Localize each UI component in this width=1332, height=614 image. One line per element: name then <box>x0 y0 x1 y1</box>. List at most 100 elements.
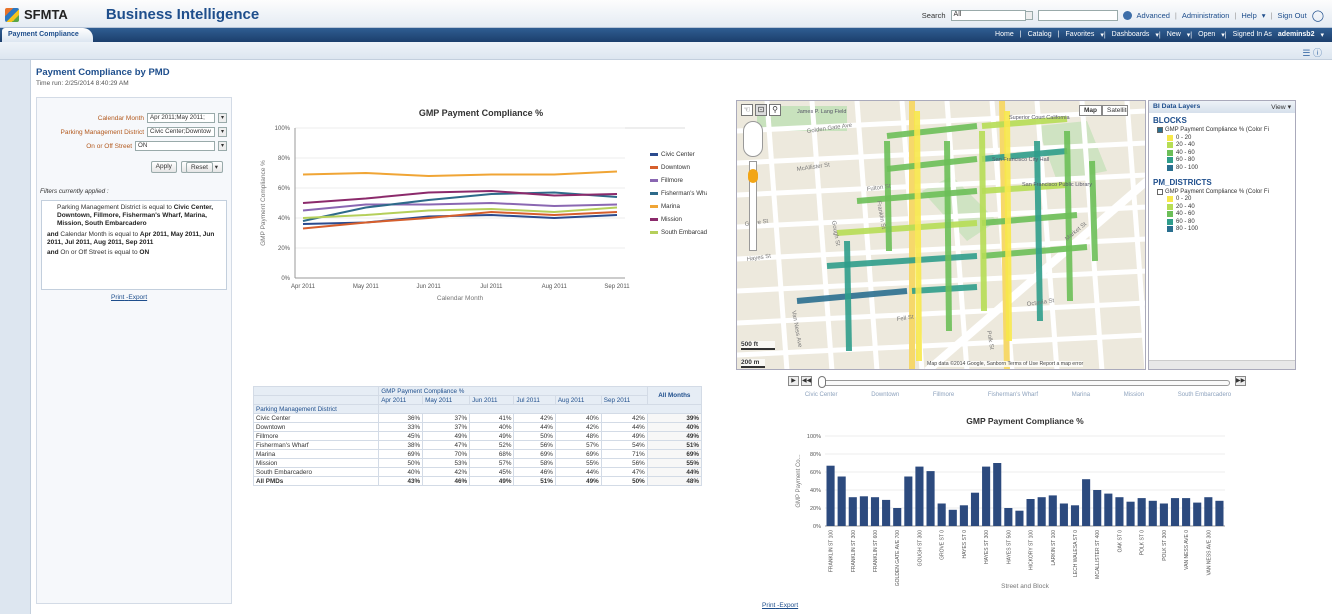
bar <box>904 476 913 526</box>
table-row-label: Civic Center <box>252 413 380 423</box>
slider-handle[interactable] <box>818 376 826 388</box>
pan-control[interactable] <box>743 121 763 157</box>
layers-blocks-item[interactable]: GMP Payment Compliance % (Color Fi <box>1157 126 1295 134</box>
table-row: Mission 50% 53% 57% 58% 55% 56% 55% <box>252 458 703 468</box>
table-body: Civic Center 36% 37% 41% 42% 40% 42% 39% Downtow… <box>252 413 703 486</box>
layer-checkbox[interactable] <box>1157 188 1163 195</box>
reset-label: Reset <box>185 162 213 173</box>
link-sign-out[interactable]: Sign Out <box>1278 11 1307 20</box>
filter1-text: Parking Management District is equal to <box>57 204 174 211</box>
table-cell: 45% <box>469 467 515 477</box>
table-cell: 57% <box>469 458 515 468</box>
x-tick-label: GOUGH ST 300 <box>917 530 923 567</box>
bar <box>1082 479 1091 526</box>
slider-track[interactable] <box>818 380 1230 386</box>
table-row-label: Fisherman's Wharf <box>252 440 380 450</box>
nav-favorites[interactable]: Favorites <box>1066 31 1095 39</box>
tab-payment-compliance[interactable]: Payment Compliance <box>2 28 93 42</box>
layers-view-menu[interactable]: View ▾ <box>1271 103 1291 111</box>
series-line <box>302 210 618 230</box>
table-cell: 53% <box>422 458 471 468</box>
map-canvas[interactable]: Golden Gate AveMcAllister StFulton StGro… <box>737 101 1146 370</box>
nav-catalog[interactable]: Catalog <box>1028 31 1052 39</box>
chevron-down-icon[interactable]: ▾ <box>218 113 227 123</box>
chevron-down-icon[interactable] <box>1024 11 1033 20</box>
legend-label: Mission <box>661 216 683 223</box>
chart-title: GMP Payment Compliance % <box>966 416 1084 426</box>
table-row: All PMDs 43% 46% 49% 51% 49% 50% 48% <box>252 476 703 486</box>
search-go-icon[interactable] <box>1122 11 1132 20</box>
y-tick-label: 60% <box>810 470 821 476</box>
satellite-button[interactable]: Satellite <box>1102 105 1128 116</box>
chevron-down-icon[interactable]: ▾ <box>218 127 227 137</box>
legend-swatch <box>1167 134 1173 141</box>
reset-button[interactable]: Reset ▾ <box>180 161 223 173</box>
chevron-down-icon[interactable]: ▾ <box>218 141 227 151</box>
layers-section-districts: PM_DISTRICTS <box>1153 177 1212 187</box>
street-label: On or Off Street <box>86 142 132 150</box>
filter2-text: Calendar Month is equal to <box>60 230 140 238</box>
zoom-box-icon[interactable]: ⊡ <box>755 104 767 116</box>
link-help[interactable]: Help <box>1241 11 1256 20</box>
y-tick-label: 40% <box>810 488 821 494</box>
layers-scrollbar[interactable] <box>1149 360 1295 369</box>
step-back-icon[interactable]: ◀◀ <box>801 376 812 386</box>
slider-label: Downtown <box>871 392 900 398</box>
compliance-block <box>944 140 952 332</box>
bar-chart: GMP Payment Compliance % 0% 20% 40% 60% 80% 10… <box>796 416 1225 590</box>
layers-districts-item[interactable]: GMP Payment Compliance % (Color Fi <box>1157 188 1295 196</box>
magnify-icon[interactable]: ⚲ <box>769 104 781 116</box>
line-chart: GMP Payment Compliance % 0% 20% 40% 60% 80% 10… <box>260 108 707 302</box>
table-corner <box>252 386 380 396</box>
search-scope-select[interactable]: All <box>950 10 1026 21</box>
nav-open[interactable]: Open <box>1198 31 1215 39</box>
y-tick-label: 0% <box>281 276 290 282</box>
table-row: Fillmore 45% 49% 49% 50% 48% 49% 49% <box>252 431 703 441</box>
nav-home[interactable]: Home <box>995 31 1014 39</box>
sfmta-logo[interactable]: SFMTA Business Intelligence <box>5 6 259 23</box>
map-button[interactable]: Map <box>1079 105 1102 116</box>
export-link[interactable]: Export <box>128 294 147 301</box>
pegman-icon[interactable] <box>748 169 758 183</box>
legend-swatch <box>1167 164 1173 171</box>
legend-label: 0 - 20 <box>1176 196 1192 203</box>
street-select[interactable]: ON <box>135 141 215 151</box>
table-cell: 42% <box>554 422 602 432</box>
search-input[interactable] <box>1037 10 1118 21</box>
table-cell: 47% <box>600 467 648 477</box>
print-link[interactable]: Print <box>111 294 124 301</box>
map-view[interactable]: Golden Gate AveMcAllister StFulton StGro… <box>736 100 1146 370</box>
play-icon[interactable]: ▶ <box>788 376 799 386</box>
table-all-months-cell: 51% <box>646 440 703 450</box>
district-select[interactable]: Civic Center;Downtow <box>147 127 215 137</box>
table-cell: 44% <box>513 422 556 432</box>
link-administration[interactable]: Administration <box>1182 11 1230 20</box>
hand-icon[interactable]: ☜ <box>741 104 753 116</box>
table-header-row: GMP Payment Compliance % All Months <box>252 386 703 405</box>
table-cell: 48% <box>554 431 602 441</box>
nav-new[interactable]: New <box>1167 31 1181 39</box>
legend-swatch <box>1167 211 1173 218</box>
calendar-select[interactable]: Apr 2011;May 2011; <box>147 113 215 123</box>
chart-title: GMP Payment Compliance % <box>419 108 543 118</box>
link-advanced[interactable]: Advanced <box>1137 11 1170 20</box>
chat-bubble-icon[interactable]: ◯ <box>1312 9 1324 22</box>
table-cell: 37% <box>422 422 471 432</box>
layer-checkbox[interactable] <box>1157 127 1163 133</box>
nav-dashboards[interactable]: Dashboards <box>1112 31 1150 39</box>
step-forward-icon[interactable]: ▶▶ <box>1235 376 1246 386</box>
legend-item: 20 - 40 <box>1167 203 1295 211</box>
legend-label: 80 - 100 <box>1176 164 1199 171</box>
page-options-icon[interactable]: ☰ ⓘ <box>1302 46 1322 59</box>
table-month-header: Sep 2011 <box>600 395 648 405</box>
bar <box>893 508 902 526</box>
table-row: South Embarcadero 40% 42% 45% 46% 44% 47% 44% <box>252 467 703 477</box>
table-cell: 56% <box>600 458 648 468</box>
nav-user[interactable]: ademinsb2 <box>1278 31 1315 39</box>
print-link-2[interactable]: Print <box>762 602 775 609</box>
apply-button[interactable]: Apply <box>150 161 177 173</box>
export-link-2[interactable]: Export <box>779 602 798 609</box>
x-tick-label: HAYES ST 0 <box>962 530 968 559</box>
layers-header: BI Data Layers View ▾ <box>1149 101 1295 113</box>
bar <box>970 492 980 526</box>
